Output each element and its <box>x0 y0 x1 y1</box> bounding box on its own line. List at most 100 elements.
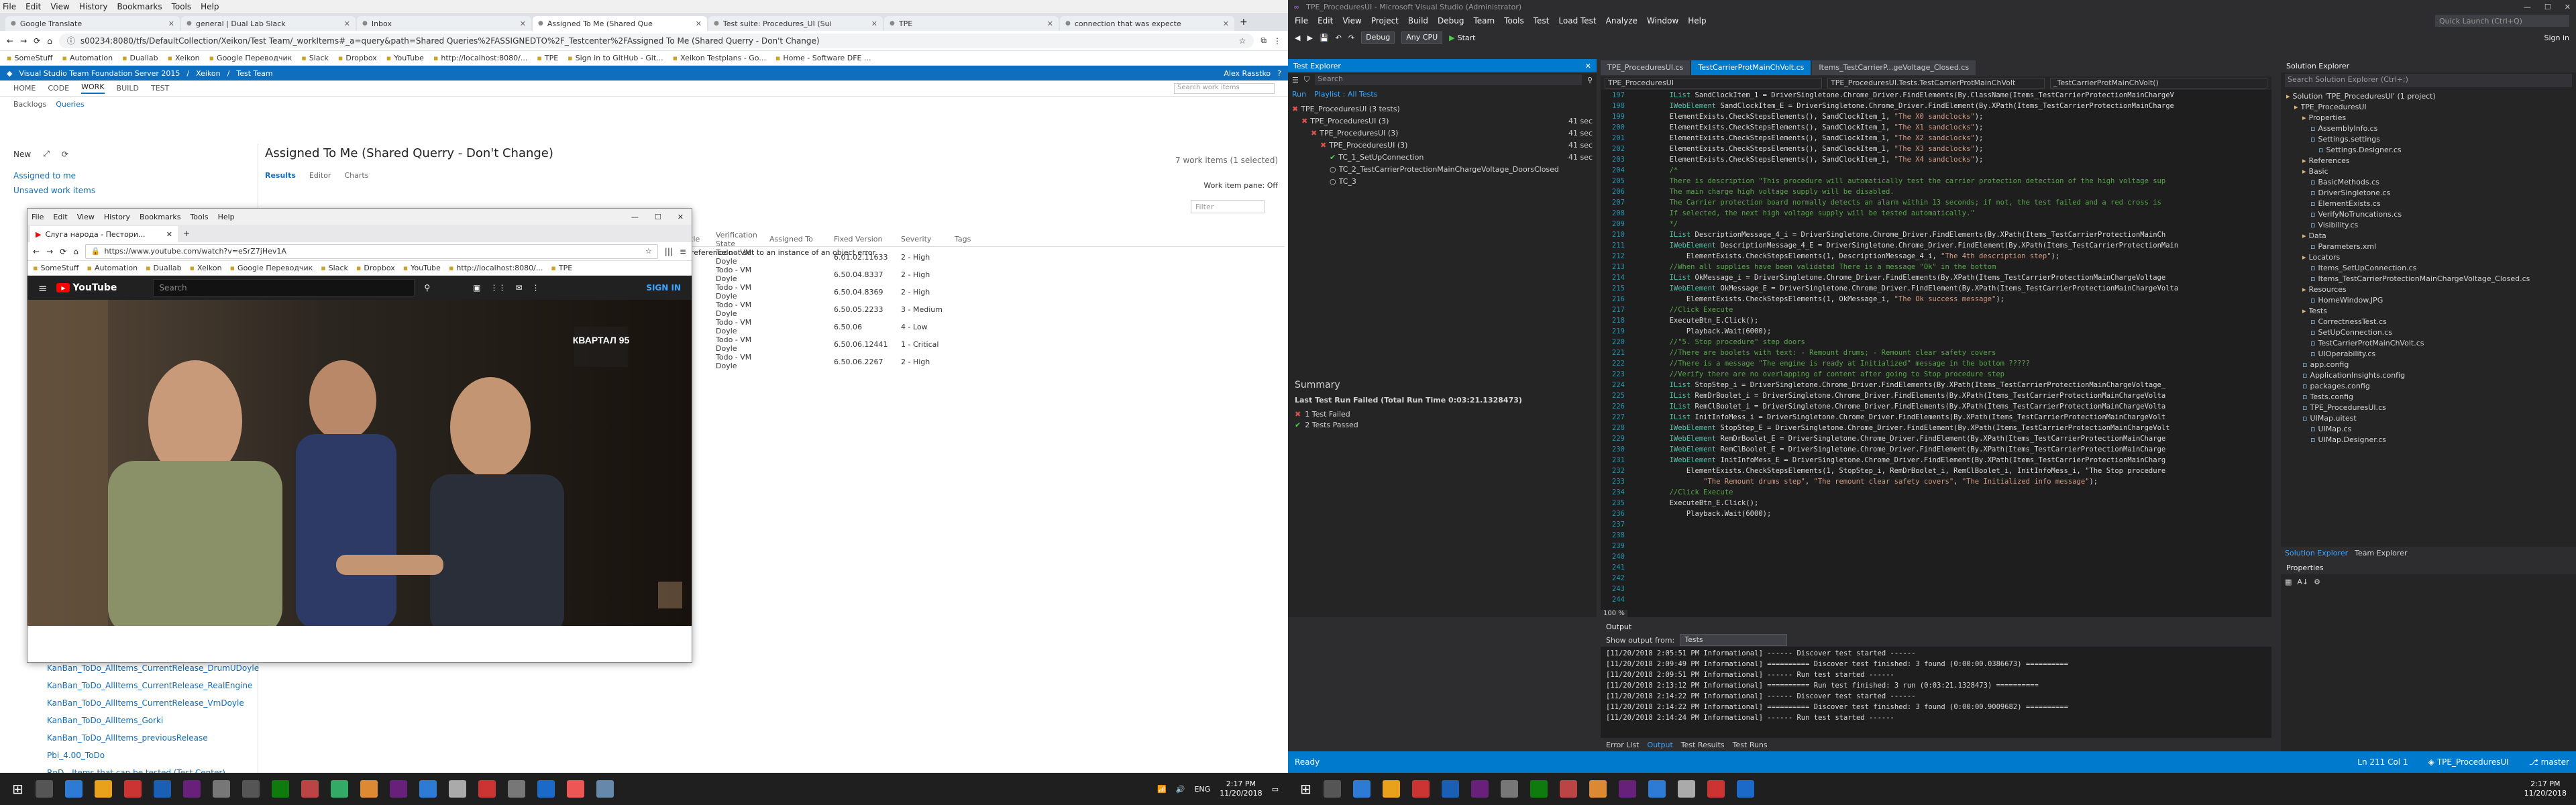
subhub-tab[interactable]: Queries <box>56 100 84 109</box>
bookmark-item[interactable]: ▪ Sign in to GitHub - Git... <box>568 54 663 62</box>
solution-tree-item[interactable]: ▫ Items_TestCarrierProtectionMainChargeVo… <box>2286 274 2571 284</box>
library-icon[interactable]: ||| <box>665 247 673 256</box>
editor-tab[interactable]: TestCarrierProtMainChVolt.cs <box>1691 60 1811 75</box>
minimize-icon[interactable]: — <box>2524 3 2531 11</box>
menu-item[interactable]: File <box>1295 16 1308 25</box>
passed-tests-link[interactable]: ✔ 2 Tests Passed <box>1295 419 1590 430</box>
taskbar-app-icon[interactable] <box>1352 780 1371 798</box>
taskbar-app-icon[interactable] <box>389 780 407 798</box>
messages-icon[interactable]: ✉ <box>515 283 522 292</box>
work-item-title[interactable]: reference not set to an instance of an o… <box>691 248 875 257</box>
table-row[interactable]: DoneTodo - VM Doyle6.50.05.22333 - Mediu… <box>667 301 1285 318</box>
bookmark-item[interactable]: ▪ http://localhost:8080/... <box>449 264 543 272</box>
taskbar-app-icon[interactable] <box>419 780 437 798</box>
forward-icon[interactable]: ▶ <box>1307 34 1312 42</box>
table-row[interactable]: DoneTodo - VM Doyle6.50.04.83372 - High <box>667 266 1285 283</box>
close-pane-icon[interactable]: ✕ <box>1585 62 1591 70</box>
quick-launch-input[interactable]: Quick Launch (Ctrl+Q) <box>2435 15 2569 27</box>
extensions-icon[interactable]: ⧉ <box>1260 36 1267 46</box>
video-player[interactable]: КВАРТАЛ 95 <box>28 300 692 626</box>
menu-item[interactable]: Edit <box>25 2 41 11</box>
expand-icon[interactable]: ⤢ <box>43 149 50 159</box>
test-tree-item[interactable]: ✖ TPE_ProceduresUI (3 tests) <box>1292 103 1593 115</box>
help-icon[interactable]: ? <box>1277 69 1281 78</box>
table-row[interactable]: DoneTodo - VM Doyle6.50.06.22672 - High <box>667 353 1285 370</box>
bookmark-item[interactable]: ▪ Automation <box>62 54 113 62</box>
menu-kebab-icon[interactable]: ⋮ <box>1273 36 1281 46</box>
solution-tree-item[interactable]: ▫ DriverSingletone.cs <box>2286 188 2571 199</box>
run-button[interactable]: Run <box>1292 90 1306 99</box>
search-icon[interactable]: ⚲ <box>424 283 430 292</box>
browser-tab[interactable]: ● general | Dual Lab Slack ✕ <box>181 16 356 31</box>
menu-item[interactable]: Bookmarks <box>140 213 180 221</box>
query-item[interactable]: Pbi_4.00_ToDo <box>47 747 259 764</box>
browser-tab[interactable]: ● connection that was expecte ✕ <box>1060 16 1234 31</box>
config-select[interactable]: Debug <box>1361 32 1395 44</box>
search-work-items[interactable]: Search work items <box>1174 83 1275 94</box>
tool-tab[interactable]: Test Runs <box>1733 741 1768 749</box>
test-tree-item[interactable]: ✖ TPE_ProceduresUI (3) 41 sec <box>1292 115 1593 127</box>
windows-start-icon[interactable]: ⊞ <box>1300 781 1311 797</box>
close-icon[interactable]: ✕ <box>2565 3 2571 11</box>
test-tree-item[interactable]: ✖ TPE_ProceduresUI (3) 41 sec <box>1292 127 1593 140</box>
explorer-tab[interactable]: Solution Explorer <box>2285 549 2348 557</box>
taskbar-app-icon[interactable] <box>123 780 142 798</box>
language-indicator[interactable]: ENG <box>1194 785 1210 794</box>
bookmark-item[interactable]: ▪ TPE <box>537 54 558 62</box>
close-tab-icon[interactable]: ✕ <box>1047 19 1053 28</box>
new-tab-icon[interactable]: + <box>1240 17 1248 28</box>
solution-tree-item[interactable]: ▫ UIMap.Designer.cs <box>2286 435 2571 445</box>
notifications-icon[interactable]: ▭ <box>1272 785 1279 794</box>
star-icon[interactable]: ☆ <box>1239 36 1246 46</box>
menu-item[interactable]: History <box>79 2 108 11</box>
menu-item[interactable]: Edit <box>1318 16 1333 25</box>
taskbar-app-icon[interactable] <box>1529 780 1548 798</box>
menu-item[interactable]: View <box>77 213 95 221</box>
query-item[interactable]: KanBan_ToDo_AllItems_CurrentRelease_Real… <box>47 677 259 694</box>
close-tab-icon[interactable]: ✕ <box>166 230 172 239</box>
taskbar-app-icon[interactable] <box>537 780 555 798</box>
solution-tree-item[interactable]: ▫ UIMap.uitest <box>2286 413 2571 424</box>
taskbar-app-icon[interactable] <box>1736 780 1754 798</box>
taskbar-app-icon[interactable] <box>212 780 230 798</box>
tool-tab[interactable]: Output <box>1648 741 1673 749</box>
menu-item[interactable]: Tools <box>190 213 208 221</box>
hub-tab[interactable]: TEST <box>151 84 169 93</box>
column-header[interactable]: Fixed Version <box>834 235 901 244</box>
nav-dropdown[interactable]: TPE_ProceduresUI.Tests.TestCarrierProtMa… <box>1827 78 2045 89</box>
close-tab-icon[interactable]: ✕ <box>168 19 174 28</box>
apps-icon[interactable]: ⋮⋮ <box>490 283 506 292</box>
menu-item[interactable]: Bookmarks <box>117 2 162 11</box>
youtube-sign-in-button[interactable]: SIGN IN <box>646 283 681 292</box>
branch-indicator[interactable]: ⎇ master <box>2529 757 2569 767</box>
query-item[interactable]: KanBan_ToDo_AllItems_CurrentRelease_VmDo… <box>47 694 259 712</box>
close-tab-icon[interactable]: ✕ <box>344 19 350 28</box>
nav-dropdown[interactable]: _TestCarrierProtMainChVolt() <box>2050 78 2267 89</box>
taskbar-app-icon[interactable] <box>1618 780 1636 798</box>
column-header[interactable]: Severity <box>901 235 955 244</box>
star-icon[interactable]: ☆ <box>645 247 652 256</box>
column-header[interactable]: Tags <box>955 235 971 244</box>
menu-item[interactable]: Help <box>201 2 219 11</box>
close-icon[interactable]: ✕ <box>678 213 684 221</box>
solution-tree-item[interactable]: ▫ HomeWindow.JPG <box>2286 295 2571 306</box>
reload-icon[interactable]: ⟳ <box>60 247 66 256</box>
bookmark-item[interactable]: ▪ YouTube <box>386 54 424 62</box>
taskbar-app-icon[interactable] <box>448 780 466 798</box>
zoom-level[interactable]: 100 % <box>1601 610 1627 617</box>
volume-icon[interactable]: 🔊 <box>1176 785 1185 794</box>
firefox-url-bar[interactable]: 🔒 https://www.youtube.com/watch?v=eSrZ7j… <box>85 244 658 259</box>
query-item[interactable]: KanBan_ToDo_AllItems_previousRelease <box>47 729 259 747</box>
redo-icon[interactable]: ↷ <box>1348 34 1354 42</box>
solution-tree-item[interactable]: ▫ Tests.config <box>2286 392 2571 402</box>
save-icon[interactable]: 💾 <box>1320 34 1329 42</box>
taskbar-app-icon[interactable] <box>1677 780 1695 798</box>
maximize-icon[interactable]: ☐ <box>655 213 661 221</box>
solution-tree-item[interactable]: ▫ Visibility.cs <box>2286 220 2571 231</box>
filter-icon[interactable]: ⛉ <box>1304 75 1309 85</box>
solution-tree-item[interactable]: ▫ UIOperability.cs <box>2286 349 2571 360</box>
breadcrumb-project[interactable]: Xeikon <box>196 69 221 78</box>
bookmark-item[interactable]: ▪ SomeStuff <box>33 264 79 272</box>
solution-tree-item[interactable]: ▫ Parameters.xml <box>2286 241 2571 252</box>
taskbar-app-icon[interactable] <box>64 780 83 798</box>
